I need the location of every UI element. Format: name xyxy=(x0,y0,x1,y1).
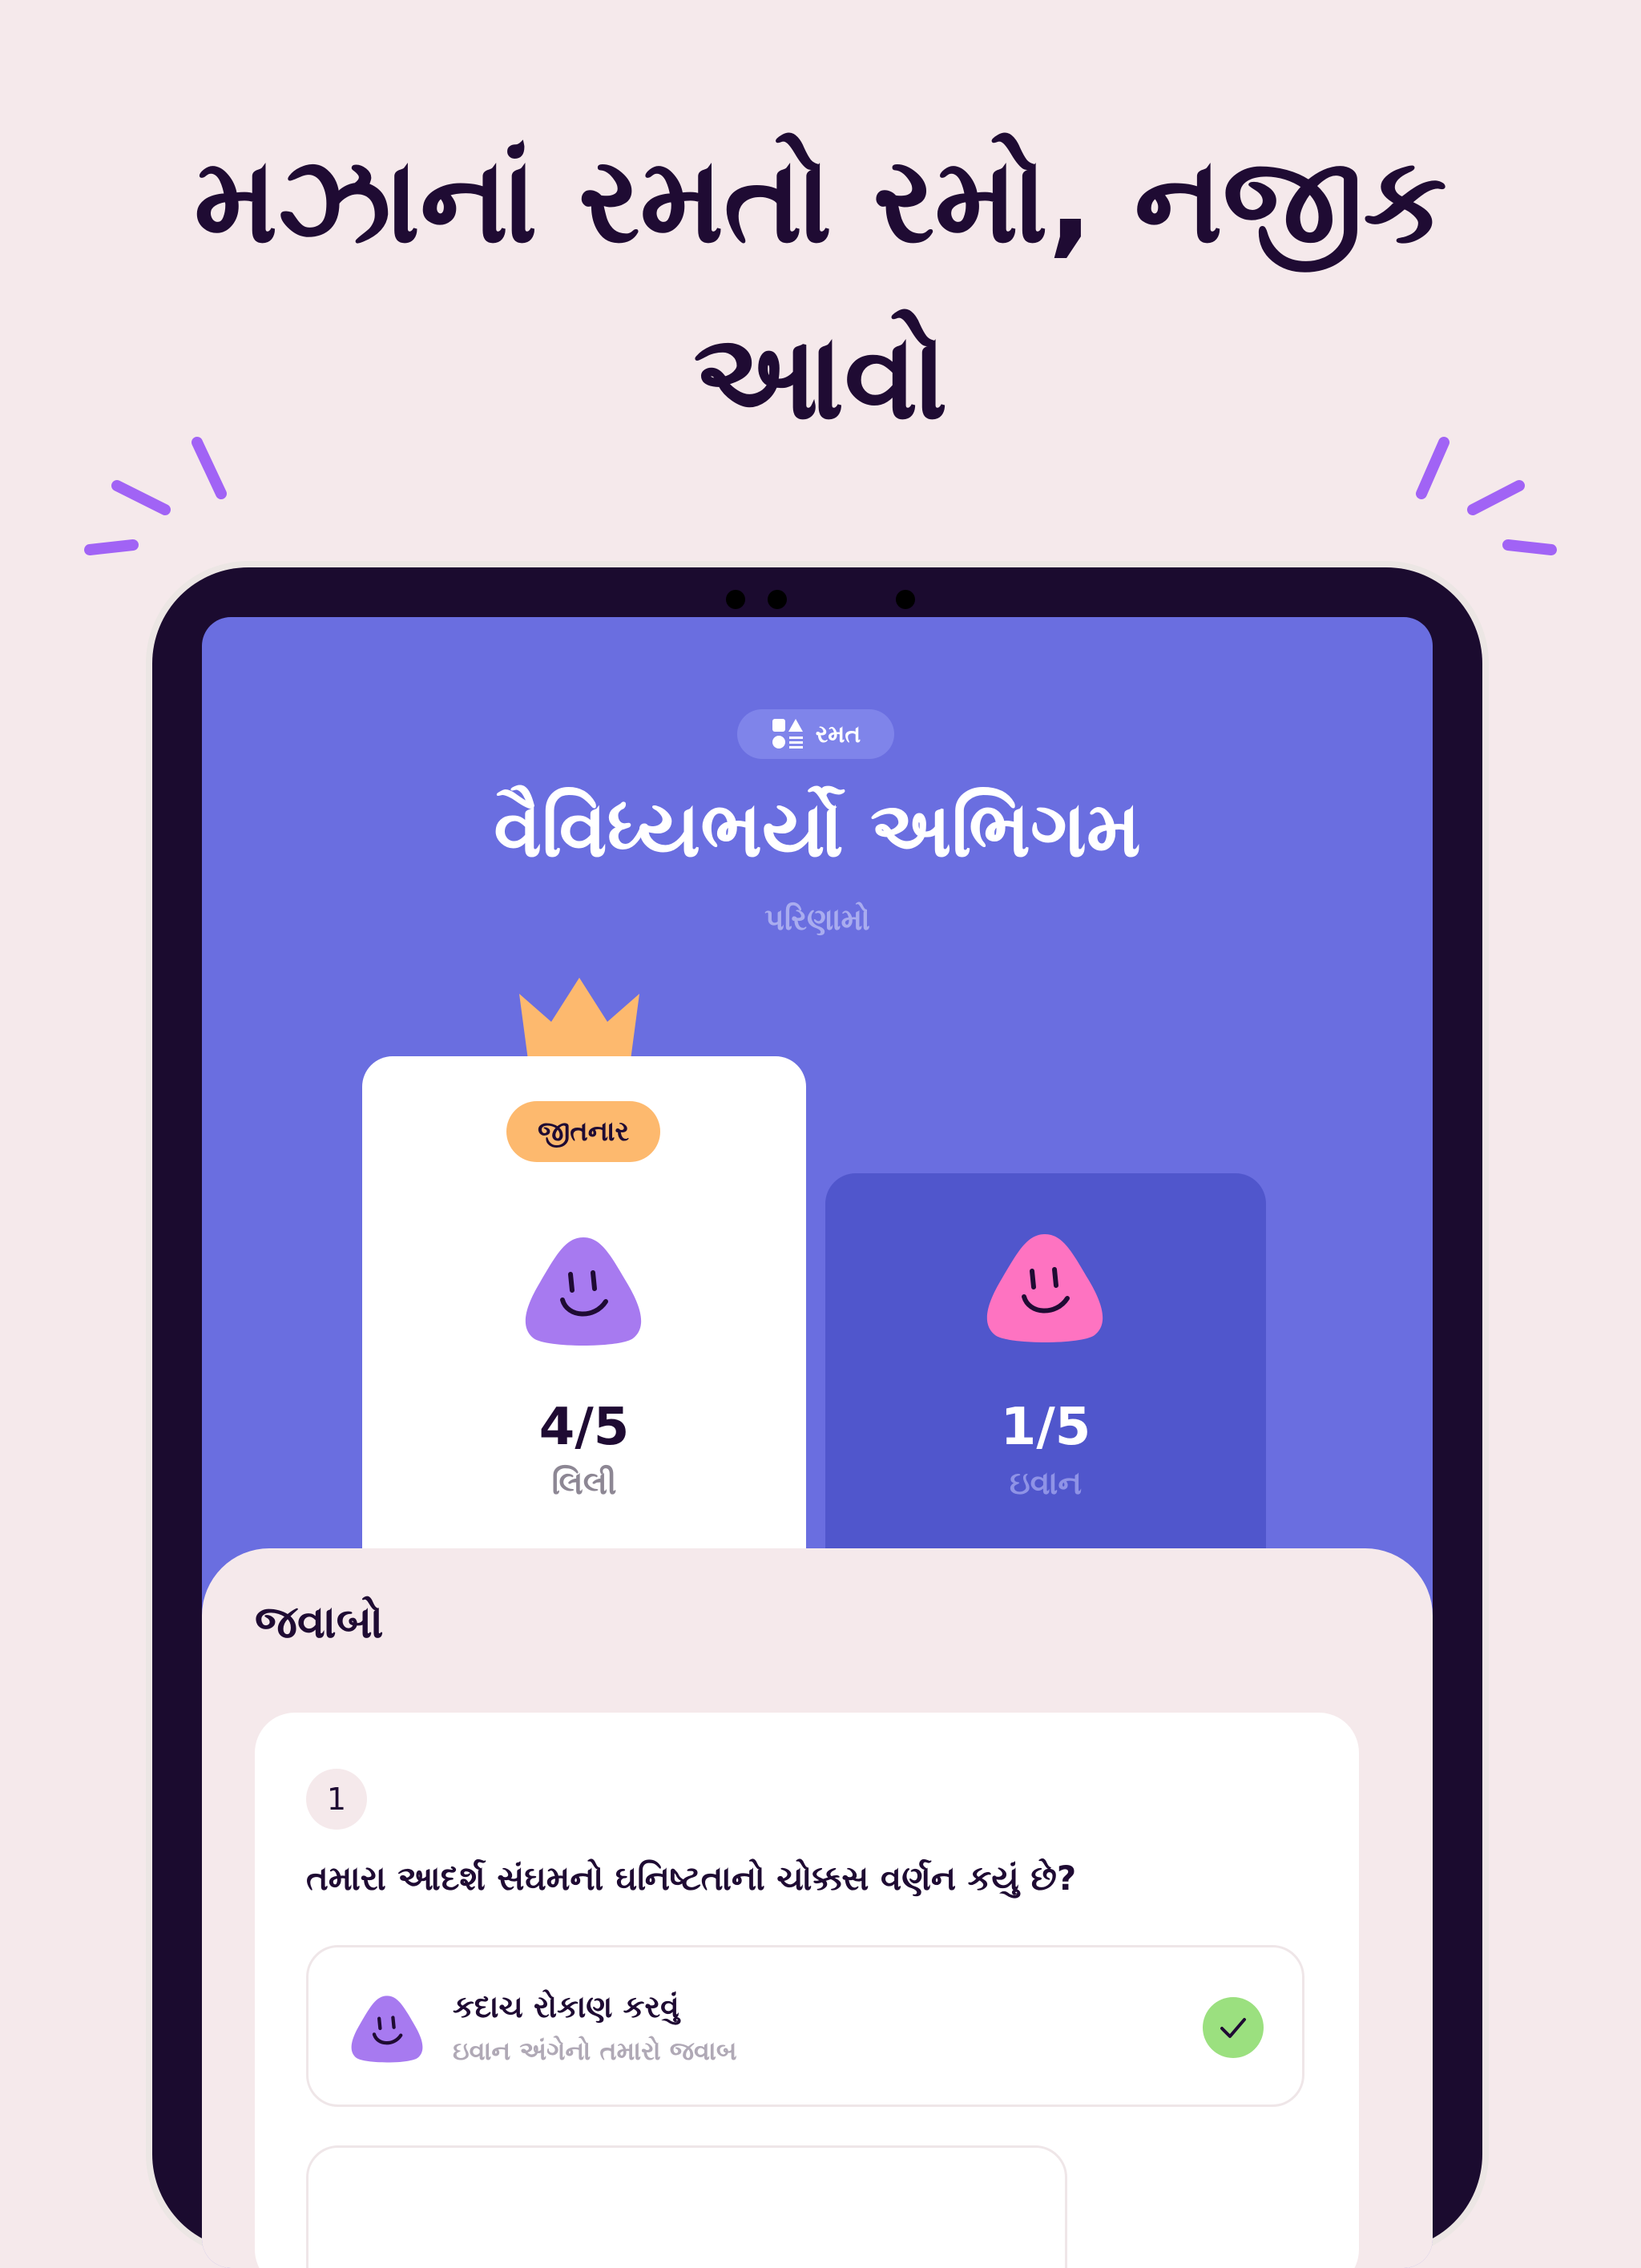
results-subtitle: પરિણામો xyxy=(764,902,870,937)
spark-right-3 xyxy=(1502,539,1557,555)
answer-option[interactable] xyxy=(306,2145,1067,2268)
tablet-frame: રમત વૈવિધ્યભર્યો અભિગમ પરિણામો જીતનાર 4/… xyxy=(152,567,1482,2268)
answer-label: કદાચ રોકાણ કરવું xyxy=(453,1989,679,2024)
spark-right-1 xyxy=(1416,437,1449,499)
category-chip[interactable]: રમત xyxy=(737,709,894,759)
question-text: તમારા આદર્શ સંઘમનો ઘનિષ્ટતાનો ચોક્કસ વર્… xyxy=(306,1858,1077,1898)
spark-left-3 xyxy=(84,539,139,555)
answer-sublabel: ઇવાન અંગેનો તમારો જવાબ xyxy=(453,2036,737,2066)
winner-badge: જીતનાર xyxy=(506,1101,660,1162)
camera-dot xyxy=(896,590,915,609)
headline-line-1: મઝાનાં રમતો રમો, નજીક xyxy=(194,131,1447,269)
answers-sheet[interactable]: જવાબો 1 તમારા આદર્શ સંઘમનો ઘનિષ્ટતાનો ચો… xyxy=(202,1548,1433,2268)
smiley-blob-pink-icon xyxy=(986,1234,1103,1342)
spark-right-2 xyxy=(1467,480,1525,515)
headline: મઝાનાં રમતો રમો, નજીક આવો xyxy=(0,112,1641,465)
spark-left-1 xyxy=(192,437,227,499)
shapes-icon xyxy=(772,719,803,749)
question-card: 1 તમારા આદર્શ સંઘમનો ઘનિષ્ટતાનો ચોક્કસ વ… xyxy=(255,1713,1359,2268)
player-name: ઇવાન xyxy=(1009,1465,1083,1502)
camera-dot xyxy=(726,590,745,609)
app-screen: રમત વૈવિધ્યભર્યો અભિગમ પરિણામો જીતનાર 4/… xyxy=(202,617,1433,2268)
answers-title: જવાબો xyxy=(255,1596,384,1649)
player-score: 4/5 xyxy=(538,1398,630,1457)
crown-icon xyxy=(519,978,639,1066)
smiley-blob-purple-icon xyxy=(351,1996,423,2063)
question-number: 1 xyxy=(306,1769,367,1830)
player-card-winner[interactable]: જીતનાર 4/5 લિલી xyxy=(362,1056,806,1633)
spark-left-2 xyxy=(111,480,171,515)
answer-option[interactable]: કદાચ રોકાણ કરવું ઇવાન અંગેનો તમારો જવાબ xyxy=(306,1945,1304,2107)
game-title: વૈવિધ્યભર્યો અભિગમ xyxy=(494,785,1141,874)
camera-dot xyxy=(768,590,787,609)
check-icon xyxy=(1203,1997,1264,2058)
category-chip-label: રમત xyxy=(815,720,861,749)
player-score: 1/5 xyxy=(1000,1398,1091,1457)
player-name: લિલી xyxy=(551,1465,617,1502)
smiley-blob-purple-icon xyxy=(525,1237,642,1346)
sparkle-decoration xyxy=(84,437,1557,555)
